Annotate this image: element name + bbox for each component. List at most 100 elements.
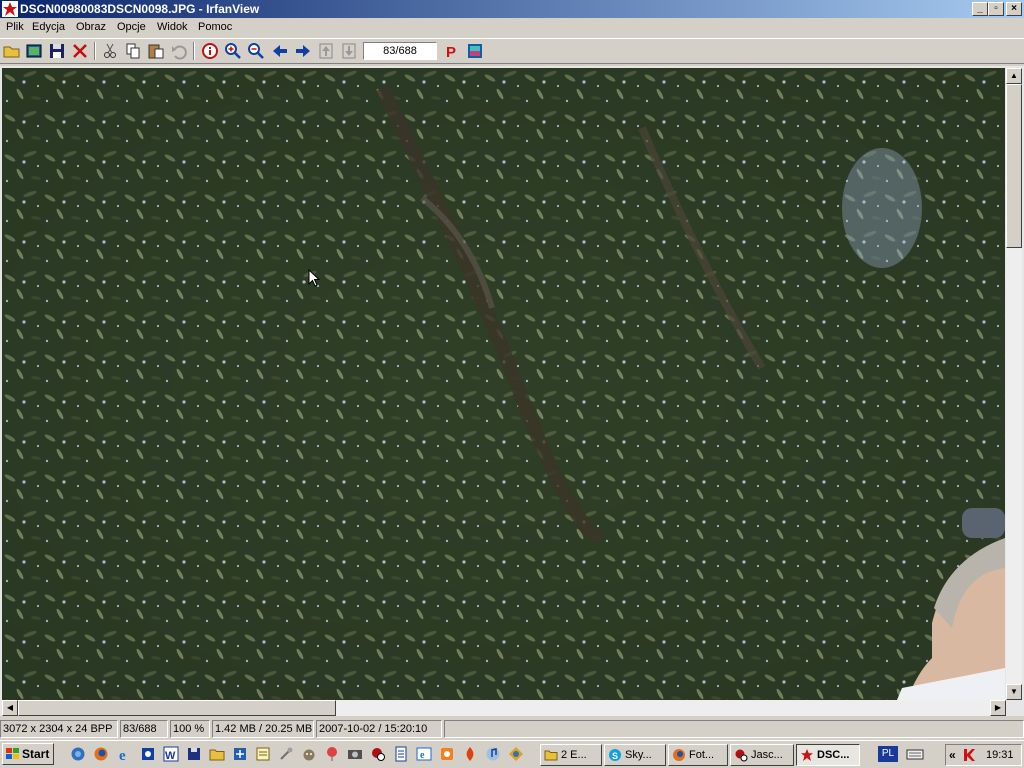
page-counter-field[interactable]: 83/688 <box>363 42 437 60</box>
quick-launch-tools-icon[interactable] <box>278 746 294 762</box>
slideshow-icon[interactable] <box>24 41 44 61</box>
task-skype[interactable]: S Sky... <box>604 744 666 766</box>
firefox-icon <box>673 749 685 761</box>
quick-launch-firefox-icon[interactable] <box>93 746 109 762</box>
quick-launch-orange-icon[interactable] <box>439 746 455 762</box>
title-bar[interactable]: DSCN00980083DSCN0098.JPG - IrfanView _ ▫… <box>0 0 1024 18</box>
zoom-out-icon[interactable] <box>246 41 266 61</box>
irfanview-icon <box>801 749 813 761</box>
kaspersky-icon[interactable] <box>962 748 976 762</box>
status-bar: 3072 x 2304 x 24 BPP 83/688 100 % 1.42 M… <box>0 718 1024 740</box>
quick-launch-camera-icon[interactable] <box>347 746 363 762</box>
horizontal-scroll-thumb[interactable] <box>18 700 336 716</box>
task-explorer-folders[interactable]: 2 E... <box>540 744 602 766</box>
task-label: 2 E... <box>561 749 587 761</box>
quick-launch-fire-icon[interactable] <box>462 746 478 762</box>
task-firefox[interactable]: Fot... <box>668 744 728 766</box>
tray-expand-arrows[interactable]: « <box>949 748 956 762</box>
previous-icon[interactable] <box>270 41 290 61</box>
delete-icon[interactable] <box>70 41 90 61</box>
first-icon[interactable] <box>316 41 336 61</box>
task-label: Jasc... <box>751 749 783 761</box>
toolbar: 83/688 P <box>0 38 1024 64</box>
settings-icon[interactable] <box>465 41 485 61</box>
image-viewport[interactable]: ▲ ▼ ◀ ▶ <box>0 66 1024 716</box>
horizontal-scrollbar[interactable]: ◀ ▶ <box>2 700 1006 716</box>
language-indicator[interactable]: PL <box>878 746 898 762</box>
menu-opcje[interactable]: Opcje <box>117 21 146 33</box>
info-icon[interactable] <box>200 41 220 61</box>
scroll-left-button[interactable]: ◀ <box>2 700 18 716</box>
status-index: 83/688 <box>120 720 168 738</box>
toolbar-separator <box>94 42 96 60</box>
scroll-up-button[interactable]: ▲ <box>1006 68 1022 84</box>
svg-text:P: P <box>446 44 456 61</box>
svg-text:e: e <box>420 750 425 761</box>
quick-launch-word-icon[interactable]: W <box>163 746 179 762</box>
status-empty-field <box>444 720 1024 738</box>
task-label: Sky... <box>625 749 652 761</box>
vertical-scrollbar[interactable]: ▲ ▼ <box>1006 68 1022 700</box>
menu-pomoc[interactable]: Pomoc <box>198 21 232 33</box>
maximize-button[interactable]: ▫ <box>988 2 1004 16</box>
cut-icon[interactable] <box>100 41 120 61</box>
save-icon[interactable] <box>47 41 67 61</box>
close-button[interactable]: × <box>1006 2 1022 16</box>
system-tray: « 19:31 <box>945 744 1022 766</box>
vertical-scroll-thumb[interactable] <box>1006 84 1022 248</box>
start-label: Start <box>22 747 50 761</box>
windows-flag-icon <box>6 748 19 759</box>
quick-launch-ie-icon[interactable]: e <box>117 746 133 762</box>
quick-launch-ie-window-icon[interactable]: e <box>416 746 432 762</box>
clock[interactable]: 19:31 <box>986 749 1014 761</box>
start-button[interactable]: Start <box>2 743 54 765</box>
quick-launch-save-icon[interactable] <box>186 746 202 762</box>
svg-text:e: e <box>119 748 126 762</box>
undo-icon[interactable] <box>169 41 189 61</box>
quick-launch-notepad-icon[interactable] <box>255 746 271 762</box>
quick-launch-itunes-icon[interactable] <box>485 746 501 762</box>
irfanview-app-icon <box>2 1 18 17</box>
minimize-button[interactable]: _ <box>972 2 988 16</box>
menu-widok[interactable]: Widok <box>157 21 188 33</box>
skype-icon: S <box>609 749 621 761</box>
task-irfanview[interactable]: DSC... <box>796 744 860 766</box>
task-label: DSC... <box>817 749 850 761</box>
keyboard-icon[interactable] <box>906 746 924 762</box>
quick-launch-document-icon[interactable] <box>393 746 409 762</box>
quick-launch-app-icon[interactable] <box>140 746 156 762</box>
quick-launch-gimp-icon[interactable] <box>301 746 317 762</box>
paste-icon[interactable] <box>146 41 166 61</box>
svg-text:W: W <box>165 750 176 762</box>
zoom-in-icon[interactable] <box>223 41 243 61</box>
task-label: Fot... <box>689 749 715 761</box>
quick-launch-browser-icon[interactable] <box>70 746 86 762</box>
quick-launch-network-icon[interactable] <box>232 746 248 762</box>
open-folder-icon[interactable] <box>2 41 22 61</box>
window-title: DSCN00980083DSCN0098.JPG - IrfanView <box>20 2 260 16</box>
task-jasc[interactable]: Jasc... <box>730 744 794 766</box>
status-dimensions: 3072 x 2304 x 24 BPP <box>0 720 118 738</box>
photo-olive-tree <box>2 68 1005 700</box>
menu-edycja[interactable]: Edycja <box>32 21 65 33</box>
quick-launch-jasc-icon[interactable] <box>370 746 386 762</box>
status-file-size: 1.42 MB / 20.25 MB <box>212 720 314 738</box>
mouse-cursor-icon <box>308 269 320 287</box>
folder-icon <box>544 750 558 761</box>
menu-obraz[interactable]: Obraz <box>76 21 106 33</box>
quick-launch-folder-icon[interactable] <box>209 746 225 762</box>
copy-icon[interactable] <box>123 41 143 61</box>
quick-launch-picasa-icon[interactable] <box>508 746 524 762</box>
next-icon[interactable] <box>293 41 313 61</box>
status-zoom: 100 % <box>170 720 210 738</box>
scroll-down-button[interactable]: ▼ <box>1006 684 1022 700</box>
last-icon[interactable] <box>339 41 359 61</box>
menu-plik[interactable]: Plik <box>6 21 24 33</box>
taskbar: Start e W e 2 E... S Sky... Fot... Jasc.… <box>0 740 1024 768</box>
menu-bar: Plik Edycja Obraz Opcje Widok Pomoc <box>0 18 1024 38</box>
status-datetime: 2007-10-02 / 15:20:10 <box>316 720 442 738</box>
paint-icon[interactable]: P <box>442 41 462 61</box>
quick-launch-balloon-icon[interactable] <box>324 746 340 762</box>
jasc-icon <box>735 749 748 762</box>
scroll-right-button[interactable]: ▶ <box>990 700 1006 716</box>
